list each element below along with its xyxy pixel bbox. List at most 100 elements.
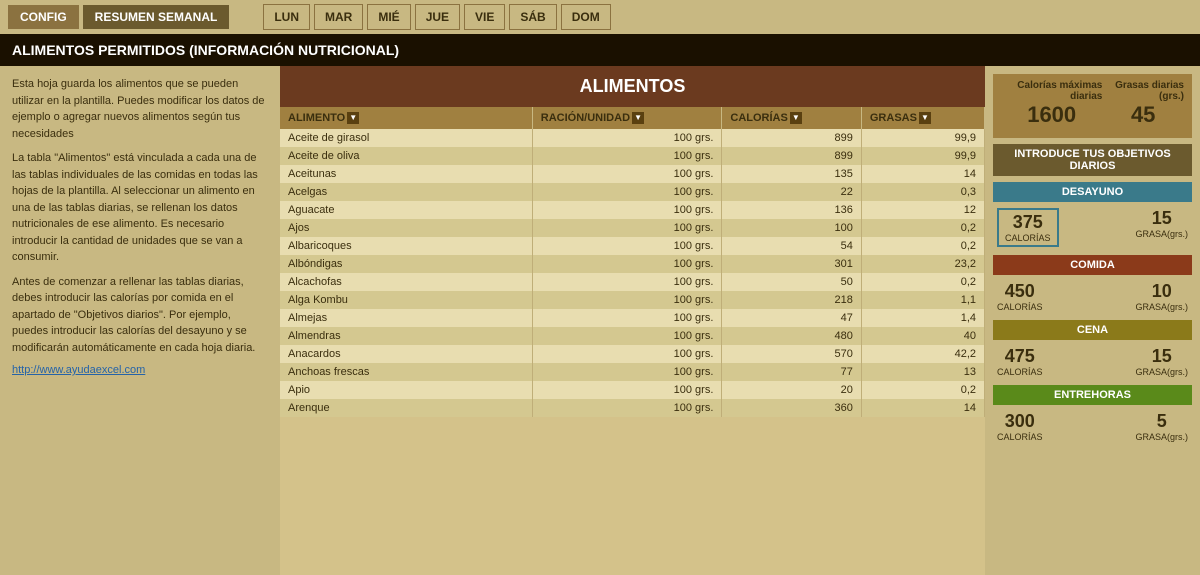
cell-7-3: 23,2	[861, 255, 984, 273]
cell-9-3: 1,1	[861, 291, 984, 309]
filter-racion-icon[interactable]: ▼	[632, 112, 644, 124]
cell-14-2: 20	[722, 381, 861, 399]
meal-calories-0[interactable]: 375CALORÍAS	[997, 208, 1059, 247]
cell-0-2: 899	[722, 129, 861, 147]
table-row: Aceite de oliva100 grs.89999,9	[280, 147, 985, 165]
resumen-button[interactable]: RESUMEN SEMANAL	[83, 5, 230, 29]
cell-11-2: 480	[722, 327, 861, 345]
day-button-mié[interactable]: MIÉ	[367, 4, 410, 30]
cell-9-1: 100 grs.	[532, 291, 722, 309]
daily-fat-label: Grasas diarias (grs.)	[1102, 80, 1184, 102]
meal-title-3: ENTREHORAS	[993, 385, 1192, 405]
table-row: Apio100 grs.200,2	[280, 381, 985, 399]
cell-8-1: 100 grs.	[532, 273, 722, 291]
max-calories-label: Calorías máximas diarias	[1001, 80, 1102, 102]
meal-title-0: DESAYUNO	[993, 182, 1192, 202]
cell-11-1: 100 grs.	[532, 327, 722, 345]
cell-1-1: 100 grs.	[532, 147, 722, 165]
cell-12-3: 42,2	[861, 345, 984, 363]
cell-5-3: 0,2	[861, 219, 984, 237]
col-grasas: GRASAS ▼	[861, 107, 984, 129]
table-row: Almejas100 grs.471,4	[280, 309, 985, 327]
center-panel: ALIMENTOS ALIMENTO ▼ RACIÓN/UNIDAD ▼	[280, 66, 985, 575]
col-racion: RACIÓN/UNIDAD ▼	[532, 107, 722, 129]
table-row: Ajos100 grs.1000,2	[280, 219, 985, 237]
table-row: Anacardos100 grs.57042,2	[280, 345, 985, 363]
meal-title-2: CENA	[993, 320, 1192, 340]
cell-12-2: 570	[722, 345, 861, 363]
left-text-2: La tabla "Alimentos" está vinculada a ca…	[12, 150, 268, 266]
meal-card-desayuno: DESAYUNO 375CALORÍAS 15GRASA(grs.)	[993, 182, 1192, 249]
filter-calorias-icon[interactable]: ▼	[790, 112, 802, 124]
cell-7-1: 100 grs.	[532, 255, 722, 273]
cell-6-0: Albaricoques	[280, 237, 532, 255]
cell-13-3: 13	[861, 363, 984, 381]
cell-4-1: 100 grs.	[532, 201, 722, 219]
filter-alimento-icon[interactable]: ▼	[347, 112, 359, 124]
day-button-dom[interactable]: DOM	[561, 4, 611, 30]
cell-1-3: 99,9	[861, 147, 984, 165]
config-button[interactable]: CONFIG	[8, 5, 79, 29]
meal-card-entrehoras: ENTREHORAS 300CALORÍAS 5GRASA(grs.)	[993, 385, 1192, 444]
filter-grasas-icon[interactable]: ▼	[919, 112, 931, 124]
website-link[interactable]: http://www.ayudaexcel.com	[12, 364, 268, 376]
cell-13-2: 77	[722, 363, 861, 381]
meal-calories-1: 450CALORÍAS	[997, 281, 1043, 312]
objectives-title: INTRODUCE TUS OBJETIVOS DIARIOS	[993, 144, 1192, 176]
cell-9-2: 218	[722, 291, 861, 309]
table-header-row: ALIMENTO ▼ RACIÓN/UNIDAD ▼ CALORÍAS	[280, 107, 985, 129]
left-text-3: Antes de comenzar a rellenar las tablas …	[12, 274, 268, 357]
max-calories-block: Calorías máximas diarias 1600	[1001, 80, 1102, 128]
cell-3-3: 0,3	[861, 183, 984, 201]
meal-title-1: COMIDA	[993, 255, 1192, 275]
cell-15-2: 360	[722, 399, 861, 417]
cell-1-2: 899	[722, 147, 861, 165]
cell-11-3: 40	[861, 327, 984, 345]
table-row: Alga Kombu100 grs.2181,1	[280, 291, 985, 309]
max-calories-value: 1600	[1001, 102, 1102, 128]
cell-13-0: Anchoas frescas	[280, 363, 532, 381]
cell-11-0: Almendras	[280, 327, 532, 345]
cell-5-1: 100 grs.	[532, 219, 722, 237]
cell-3-2: 22	[722, 183, 861, 201]
cell-5-0: Ajos	[280, 219, 532, 237]
col-calorias: CALORÍAS ▼	[722, 107, 861, 129]
cell-10-2: 47	[722, 309, 861, 327]
table-row: Aceitunas100 grs.13514	[280, 165, 985, 183]
cell-6-3: 0,2	[861, 237, 984, 255]
table-title: ALIMENTOS	[280, 66, 985, 107]
cell-0-0: Aceite de girasol	[280, 129, 532, 147]
day-button-jue[interactable]: JUE	[415, 4, 460, 30]
meal-fat-1: 10GRASA(grs.)	[1135, 281, 1188, 312]
meal-card-comida: COMIDA 450CALORÍAS 10GRASA(grs.)	[993, 255, 1192, 314]
meal-calories-3: 300CALORÍAS	[997, 411, 1043, 442]
cell-8-2: 50	[722, 273, 861, 291]
day-button-sáb[interactable]: SÁB	[509, 4, 556, 30]
day-button-lun[interactable]: LUN	[263, 4, 310, 30]
cell-7-2: 301	[722, 255, 861, 273]
day-button-vie[interactable]: VIE	[464, 4, 505, 30]
cell-13-1: 100 grs.	[532, 363, 722, 381]
day-button-mar[interactable]: MAR	[314, 4, 363, 30]
meal-fat-3: 5GRASA(grs.)	[1135, 411, 1188, 442]
meal-fat-2: 15GRASA(grs.)	[1135, 346, 1188, 377]
cell-10-0: Almejas	[280, 309, 532, 327]
cell-14-0: Apio	[280, 381, 532, 399]
left-text-1: Esta hoja guarda los alimentos que se pu…	[12, 76, 268, 142]
cell-7-0: Albóndigas	[280, 255, 532, 273]
meal-fat-0: 15GRASA(grs.)	[1135, 208, 1188, 247]
meal-cards: DESAYUNO 375CALORÍAS 15GRASA(grs.) COMIDA 45…	[993, 182, 1192, 444]
table-row: Arenque100 grs.36014	[280, 399, 985, 417]
cell-4-0: Aguacate	[280, 201, 532, 219]
cell-15-0: Arenque	[280, 399, 532, 417]
table-row: Aguacate100 grs.13612	[280, 201, 985, 219]
cell-2-0: Aceitunas	[280, 165, 532, 183]
cell-10-3: 1,4	[861, 309, 984, 327]
right-panel: Calorías máximas diarias 1600 Grasas dia…	[985, 66, 1200, 575]
table-row: Alcachofas100 grs.500,2	[280, 273, 985, 291]
cell-0-3: 99,9	[861, 129, 984, 147]
cell-9-0: Alga Kombu	[280, 291, 532, 309]
daily-fat-value: 45	[1102, 102, 1184, 128]
cell-10-1: 100 grs.	[532, 309, 722, 327]
cell-2-1: 100 grs.	[532, 165, 722, 183]
